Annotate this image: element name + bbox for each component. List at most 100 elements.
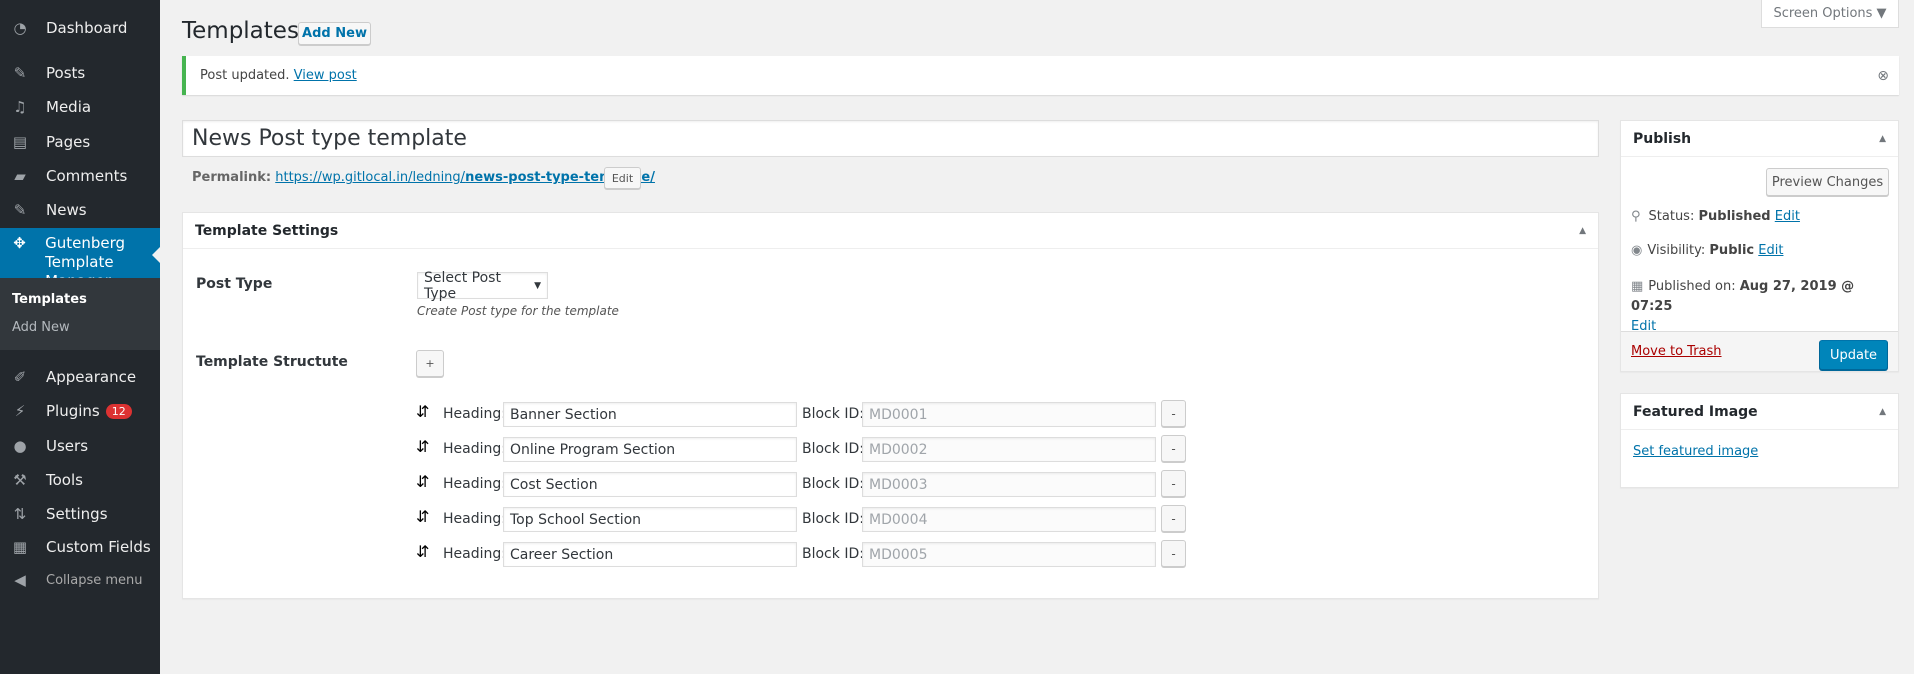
table-icon: ▦ <box>12 538 28 556</box>
block-id-input[interactable]: MD0001 <box>862 402 1156 427</box>
admin-sidebar: ◔ Dashboard ✎ Posts ♫ Media ▤ Pages ▰ Comment… <box>0 0 160 674</box>
submenu-templates[interactable]: Templates <box>12 292 87 307</box>
page-title: Templates <box>182 18 299 44</box>
sidebar-item-pages[interactable]: ▤ Pages <box>0 125 160 159</box>
screen-options-button[interactable]: Screen Options ▼ <box>1761 0 1899 28</box>
drag-handle-icon[interactable]: ⇵ <box>416 402 429 421</box>
published-row: ▦ Published on: Aug 27, 2019 @ 07:25 Edit <box>1631 277 1893 337</box>
permalink-base: https://wp.gitlocal.in/ledning/ <box>275 170 466 185</box>
permalink-link[interactable]: https://wp.gitlocal.in/ledning/news-post… <box>275 170 655 185</box>
add-block-button[interactable]: + <box>416 350 444 377</box>
drag-handle-icon[interactable]: ⇵ <box>416 437 429 456</box>
block-id-input[interactable]: MD0005 <box>862 542 1156 567</box>
submenu-add-new[interactable]: Add New <box>12 320 70 335</box>
sidebar-item-media[interactable]: ♫ Media <box>0 90 160 124</box>
template-settings-box: Template Settings ▲ Post Type Select Post… <box>182 212 1599 599</box>
heading-label: Heading: <box>443 406 506 422</box>
add-new-button[interactable]: Add New <box>298 22 371 45</box>
sidebar-item-plugins[interactable]: ⚡ Plugins 12 <box>0 394 160 428</box>
structure-row: ⇵ Heading: Top School Section Block ID: … <box>183 505 1782 535</box>
sidebar-item-gutenberg-template-manager[interactable]: ✥Gutenberg Template Manager <box>0 228 160 290</box>
move-to-trash-link[interactable]: Move to Trash <box>1631 344 1722 359</box>
drag-handle-icon[interactable]: ⇵ <box>416 542 429 561</box>
menu-label: Custom Fields <box>46 538 151 556</box>
publish-header[interactable]: Publish ▲ <box>1621 121 1898 157</box>
heading-input[interactable]: Top School Section <box>503 507 797 532</box>
pages-icon: ▤ <box>12 133 28 151</box>
post-type-select[interactable]: Select Post Type ▼ <box>417 269 548 302</box>
block-id-label: Block ID: <box>802 546 864 562</box>
post-type-help: Create Post type for the template <box>417 304 619 318</box>
remove-block-button[interactable]: - <box>1161 400 1186 427</box>
structure-row: ⇵ Heading: Online Program Section Block … <box>183 435 1782 465</box>
sidebar-item-users[interactable]: ● Users <box>0 429 160 463</box>
collapse-menu[interactable]: ◀ Collapse menu <box>0 563 160 597</box>
box-title: Template Settings <box>195 222 339 239</box>
preview-changes-button[interactable]: Preview Changes <box>1766 168 1889 196</box>
menu-label: Plugins <box>46 402 100 420</box>
sidebar-item-news[interactable]: ✎ News <box>0 193 160 227</box>
menu-label: Settings <box>46 505 108 523</box>
media-icon: ♫ <box>13 98 27 116</box>
pin-icon: ✎ <box>13 64 27 82</box>
pin-icon: ✎ <box>13 201 27 219</box>
sidebar-item-posts[interactable]: ✎ Posts <box>0 56 160 90</box>
featured-image-header[interactable]: Featured Image ▲ <box>1621 394 1898 430</box>
menu-label: Dashboard <box>46 19 128 37</box>
visibility-label: Visibility: <box>1647 243 1706 258</box>
block-id-input[interactable]: MD0004 <box>862 507 1156 532</box>
heading-label: Heading: <box>443 511 506 527</box>
block-id-label: Block ID: <box>802 441 864 457</box>
submenu: Templates Add New <box>0 278 160 350</box>
update-button[interactable]: Update <box>1819 340 1888 370</box>
sidebar-item-custom-fields[interactable]: ▦ Custom Fields <box>0 530 160 564</box>
remove-block-button[interactable]: - <box>1161 470 1186 497</box>
menu-label: Pages <box>46 133 91 151</box>
collapse-icon: ◀ <box>14 571 26 589</box>
heading-input[interactable]: Cost Section <box>503 472 797 497</box>
edit-permalink-button[interactable]: Edit <box>604 167 641 189</box>
sidebar-item-dashboard[interactable]: ◔ Dashboard <box>0 11 160 45</box>
edit-visibility-link[interactable]: Edit <box>1758 243 1783 258</box>
visibility-value: Public <box>1709 243 1755 258</box>
brush-icon: ✐ <box>13 368 27 386</box>
collapse-arrow-icon[interactable]: ▲ <box>1879 407 1886 417</box>
status-label: Status: <box>1648 209 1695 224</box>
dismiss-icon[interactable]: ⊗ <box>1877 68 1889 84</box>
block-id-label: Block ID: <box>802 511 864 527</box>
sidebar-item-comments[interactable]: ▰ Comments <box>0 159 160 193</box>
settings-icon: ⇅ <box>13 505 27 523</box>
template-settings-header[interactable]: Template Settings ▲ <box>183 213 1598 249</box>
post-title-input[interactable]: News Post type template <box>182 120 1599 157</box>
heading-input[interactable]: Banner Section <box>503 402 797 427</box>
view-post-link[interactable]: View post <box>294 68 357 83</box>
dropdown-arrow-icon: ▼ <box>534 280 541 291</box>
edit-status-link[interactable]: Edit <box>1775 209 1800 224</box>
drag-handle-icon[interactable]: ⇵ <box>416 472 429 491</box>
sidebar-item-tools[interactable]: ⚒ Tools <box>0 463 160 497</box>
structure-row: ⇵ Heading: Cost Section Block ID: MD0003… <box>183 470 1782 500</box>
menu-label: Media <box>46 98 92 116</box>
calendar-icon: ▦ <box>1631 279 1644 294</box>
block-id-input[interactable]: MD0003 <box>862 472 1156 497</box>
heading-input[interactable]: Online Program Section <box>503 437 797 462</box>
drag-handle-icon[interactable]: ⇵ <box>416 507 429 526</box>
select-value: Select Post Type <box>424 269 501 302</box>
collapse-arrow-icon[interactable]: ▲ <box>1879 134 1886 144</box>
block-id-input[interactable]: MD0002 <box>862 437 1156 462</box>
set-featured-image-link[interactable]: Set featured image <box>1633 444 1758 459</box>
dashboard-icon: ◔ <box>13 19 27 37</box>
sidebar-item-appearance[interactable]: ✐ Appearance <box>0 360 160 394</box>
menu-label: Appearance <box>46 368 137 386</box>
collapse-arrow-icon[interactable]: ▲ <box>1579 226 1586 236</box>
remove-block-button[interactable]: - <box>1161 435 1186 462</box>
groups-icon: ✥ <box>13 234 26 252</box>
permalink-label: Permalink: <box>192 170 272 185</box>
remove-block-button[interactable]: - <box>1161 540 1186 567</box>
menu-label: Collapse menu <box>46 572 143 588</box>
status-value: Published <box>1698 209 1771 224</box>
block-id-label: Block ID: <box>802 476 864 492</box>
sidebar-item-settings[interactable]: ⇅ Settings <box>0 497 160 531</box>
heading-input[interactable]: Career Section <box>503 542 797 567</box>
remove-block-button[interactable]: - <box>1161 505 1186 532</box>
